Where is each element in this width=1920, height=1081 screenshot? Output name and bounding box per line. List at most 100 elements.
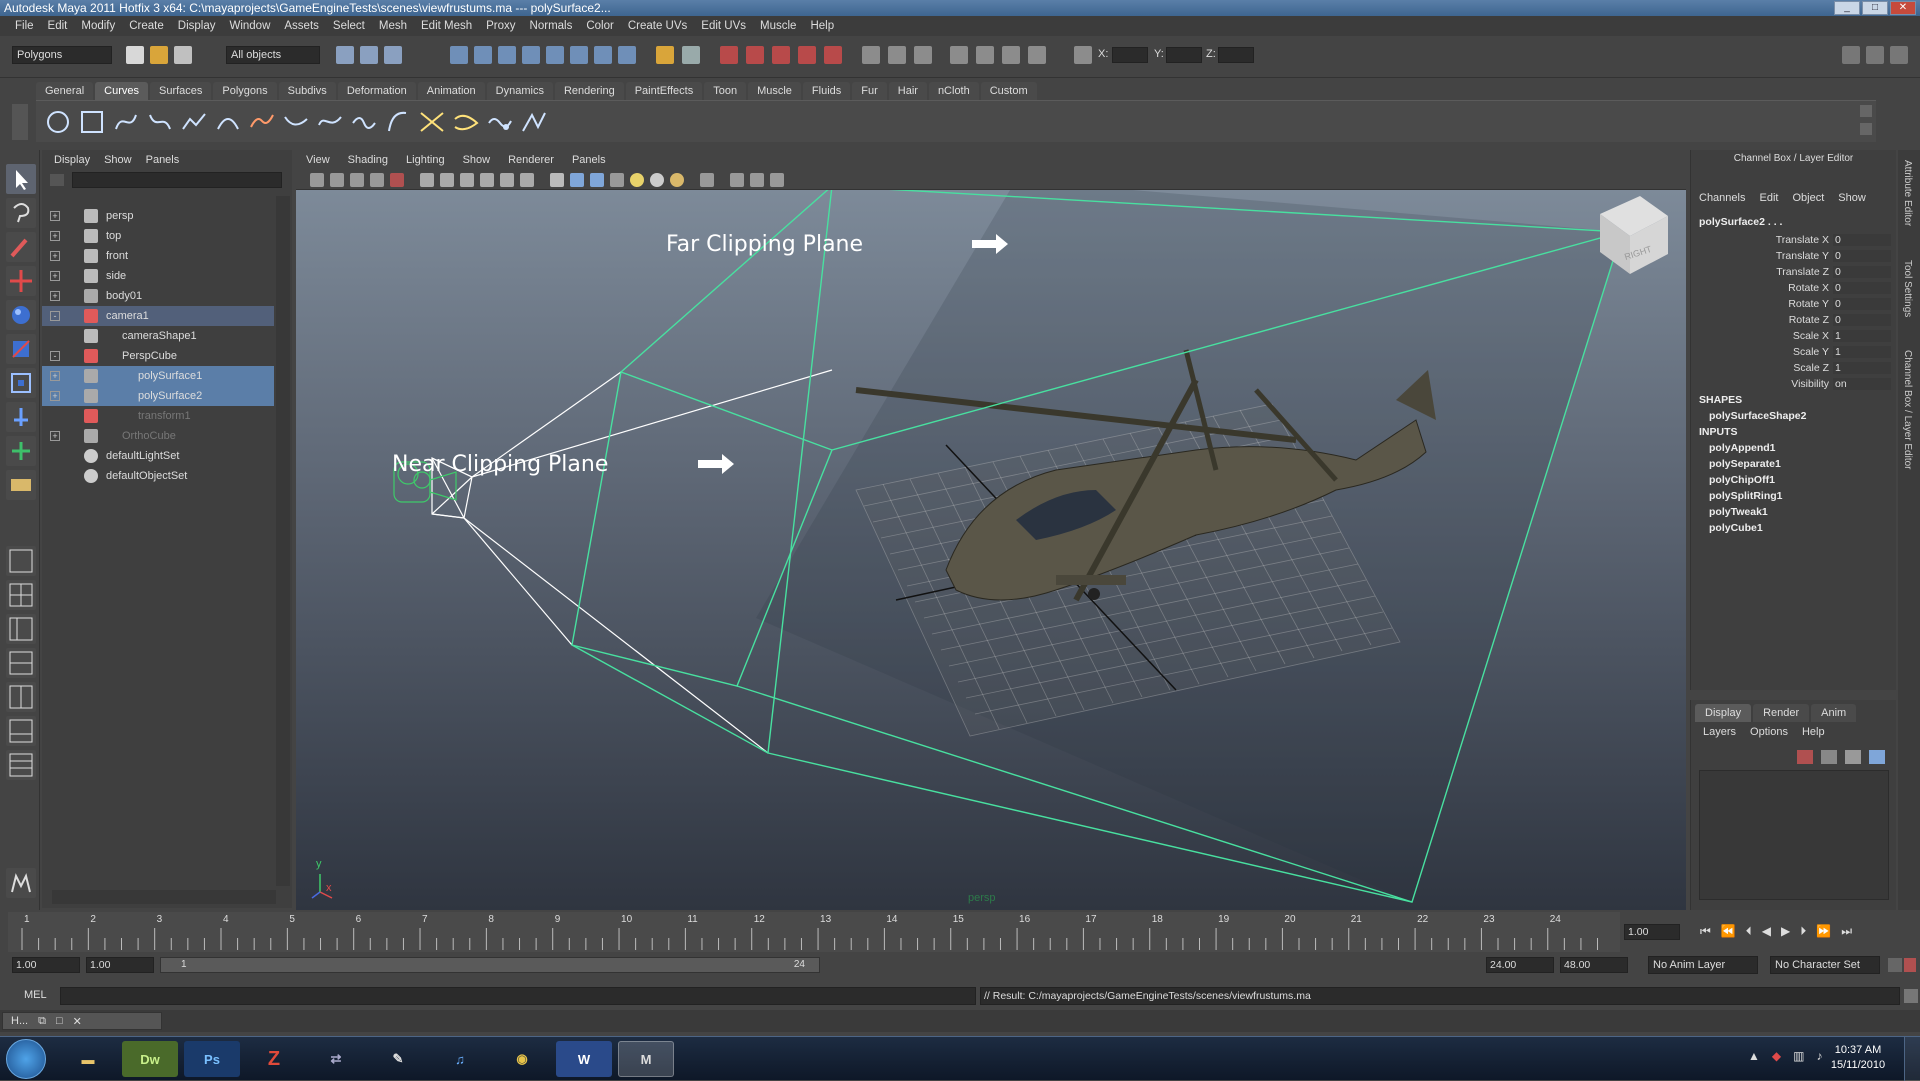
grid-icon[interactable] bbox=[420, 173, 434, 187]
wireframe-icon[interactable] bbox=[550, 173, 564, 187]
expand-toggle-icon[interactable]: + bbox=[50, 211, 60, 221]
channel-object-name[interactable]: polySurface2 . . . bbox=[1699, 216, 1782, 228]
maximize-small-icon[interactable]: □ bbox=[56, 1015, 63, 1027]
fillet-curve-icon[interactable] bbox=[486, 109, 514, 135]
shelf-tab-dynamics[interactable]: Dynamics bbox=[486, 82, 553, 100]
auto-key-icon[interactable] bbox=[1888, 958, 1902, 972]
render-view-icon[interactable] bbox=[824, 46, 842, 64]
photoshop-taskbar-icon[interactable]: Ps bbox=[184, 1041, 240, 1077]
shelf-tab-muscle[interactable]: Muscle bbox=[748, 82, 801, 100]
outliner-menu-panels[interactable]: Panels bbox=[146, 150, 180, 170]
outliner-filter-field[interactable] bbox=[72, 172, 282, 188]
viewport-menu-shading[interactable]: Shading bbox=[348, 150, 388, 170]
construction-history-icon[interactable] bbox=[682, 46, 700, 64]
select-hierarchy-icon[interactable] bbox=[336, 46, 354, 64]
paint-select-tool-icon[interactable] bbox=[6, 232, 36, 262]
wireframe-on-shaded-icon[interactable] bbox=[590, 173, 604, 187]
menu-edit[interactable]: Edit bbox=[41, 20, 75, 32]
rebuild-curve-icon[interactable] bbox=[452, 109, 480, 135]
shelf-scroll-down-icon[interactable] bbox=[1860, 123, 1872, 135]
layer-menu-help[interactable]: Help bbox=[1802, 726, 1825, 738]
viewport-menu-show[interactable]: Show bbox=[463, 150, 491, 170]
channel-menu-object[interactable]: Object bbox=[1792, 192, 1824, 204]
filezilla-taskbar-icon[interactable]: Z bbox=[246, 1041, 302, 1077]
menu-file[interactable]: File bbox=[8, 20, 41, 32]
textured-icon[interactable] bbox=[610, 173, 624, 187]
rename-icon[interactable] bbox=[888, 46, 906, 64]
maximize-button[interactable]: □ bbox=[1862, 1, 1888, 15]
channel-row[interactable]: Visibility on bbox=[1695, 378, 1893, 394]
maya-logo-icon[interactable] bbox=[6, 868, 36, 898]
layout-single-icon[interactable] bbox=[1842, 46, 1860, 64]
last-tool-icon[interactable] bbox=[6, 470, 36, 500]
animation-preferences-icon[interactable] bbox=[1904, 958, 1916, 972]
cut-curve-icon[interactable] bbox=[520, 109, 548, 135]
2d-pan-zoom-icon[interactable] bbox=[390, 173, 404, 187]
layout-single-pane-icon[interactable] bbox=[6, 546, 36, 576]
show-channel-box-icon[interactable] bbox=[1002, 46, 1020, 64]
xray-icon[interactable] bbox=[730, 173, 744, 187]
channel-menu-show[interactable]: Show bbox=[1838, 192, 1866, 204]
play-backwards-icon[interactable]: ◀ bbox=[1762, 924, 1771, 939]
channel-value[interactable]: 0 bbox=[1833, 234, 1891, 246]
chrome-taskbar-icon[interactable]: ◉ bbox=[494, 1041, 550, 1077]
shelf-tab-deformation[interactable]: Deformation bbox=[337, 82, 416, 100]
go-to-start-icon[interactable]: ⏮ bbox=[1700, 924, 1711, 939]
outliner-menu-display[interactable]: Display bbox=[54, 150, 90, 170]
open-scene-icon[interactable] bbox=[150, 46, 168, 64]
outliner-item-defaultobjectset[interactable]: defaultObjectSet bbox=[42, 466, 274, 486]
bookmarks-icon[interactable] bbox=[350, 173, 364, 187]
outliner-item-top[interactable]: + top bbox=[42, 226, 274, 246]
field-chart-icon[interactable] bbox=[500, 173, 514, 187]
layer-menu-options[interactable]: Options bbox=[1750, 726, 1788, 738]
show-layer-editor-icon[interactable] bbox=[1028, 46, 1046, 64]
extend-curve-icon[interactable] bbox=[350, 109, 378, 135]
image-plane-icon[interactable] bbox=[370, 173, 384, 187]
dreamweaver-taskbar-icon[interactable]: Dw bbox=[122, 1041, 178, 1077]
tray-network-icon[interactable]: ▥ bbox=[1793, 1049, 1804, 1063]
help-icon[interactable] bbox=[618, 46, 636, 64]
maya-taskbar-icon[interactable]: M bbox=[618, 1041, 674, 1077]
menu-modify[interactable]: Modify bbox=[74, 20, 122, 32]
input-node[interactable]: polyChipOff1 bbox=[1709, 474, 1775, 486]
show-manipulator-icon[interactable] bbox=[6, 436, 36, 466]
smooth-shade-icon[interactable] bbox=[570, 173, 584, 187]
outliner-item-perspcube[interactable]: - PerspCube bbox=[42, 346, 274, 366]
outliner-item-polysurface2[interactable]: + polySurface2 bbox=[42, 386, 274, 406]
start-button-icon[interactable] bbox=[6, 1039, 46, 1079]
shelf-scroll-up-icon[interactable] bbox=[1860, 105, 1872, 117]
outliner-item-orthocube[interactable]: + OrthoCube bbox=[42, 426, 274, 446]
layout-four-icon[interactable] bbox=[1866, 46, 1884, 64]
input-node[interactable]: polySplitRing1 bbox=[1709, 490, 1783, 502]
viewport-menu-view[interactable]: View bbox=[306, 150, 330, 170]
layout-persp-graph-icon[interactable] bbox=[6, 716, 36, 746]
layer-tab-anim[interactable]: Anim bbox=[1811, 704, 1857, 722]
channel-value[interactable]: 1 bbox=[1833, 362, 1891, 374]
input-node[interactable]: polyCube1 bbox=[1709, 522, 1763, 534]
go-to-end-icon[interactable]: ⏭ bbox=[1841, 924, 1852, 939]
ipr-render-icon[interactable] bbox=[746, 46, 764, 64]
channel-row[interactable]: Rotate Z 0 bbox=[1695, 314, 1893, 330]
resolution-gate-icon[interactable] bbox=[460, 173, 474, 187]
input-line-icon[interactable] bbox=[862, 46, 880, 64]
channel-row[interactable]: Rotate Y 0 bbox=[1695, 298, 1893, 314]
side-tab-tool-settings[interactable]: Tool Settings bbox=[1902, 260, 1913, 317]
transform-field-mode-icon[interactable] bbox=[1074, 46, 1092, 64]
y-field[interactable] bbox=[1166, 47, 1202, 63]
z-field[interactable] bbox=[1218, 47, 1254, 63]
explorer-taskbar-icon[interactable]: ▬ bbox=[60, 1041, 116, 1077]
show-tool-settings-icon[interactable] bbox=[976, 46, 994, 64]
menu-proxy[interactable]: Proxy bbox=[479, 20, 522, 32]
channel-value[interactable]: 0 bbox=[1833, 298, 1891, 310]
menu-create-uvs[interactable]: Create UVs bbox=[621, 20, 694, 32]
expand-toggle-icon[interactable]: + bbox=[50, 251, 60, 261]
shadows-icon[interactable] bbox=[670, 173, 684, 187]
reverse-curve-icon[interactable] bbox=[418, 109, 446, 135]
move-tool-icon[interactable] bbox=[6, 266, 36, 296]
channel-row[interactable]: Translate Z 0 bbox=[1695, 266, 1893, 282]
nurbs-square-icon[interactable] bbox=[78, 109, 106, 135]
xray-components-icon[interactable] bbox=[770, 173, 784, 187]
outliner-item-camera1[interactable]: - camera1 bbox=[42, 306, 274, 326]
channel-value[interactable]: 0 bbox=[1833, 266, 1891, 278]
snap-point-icon[interactable] bbox=[498, 46, 516, 64]
